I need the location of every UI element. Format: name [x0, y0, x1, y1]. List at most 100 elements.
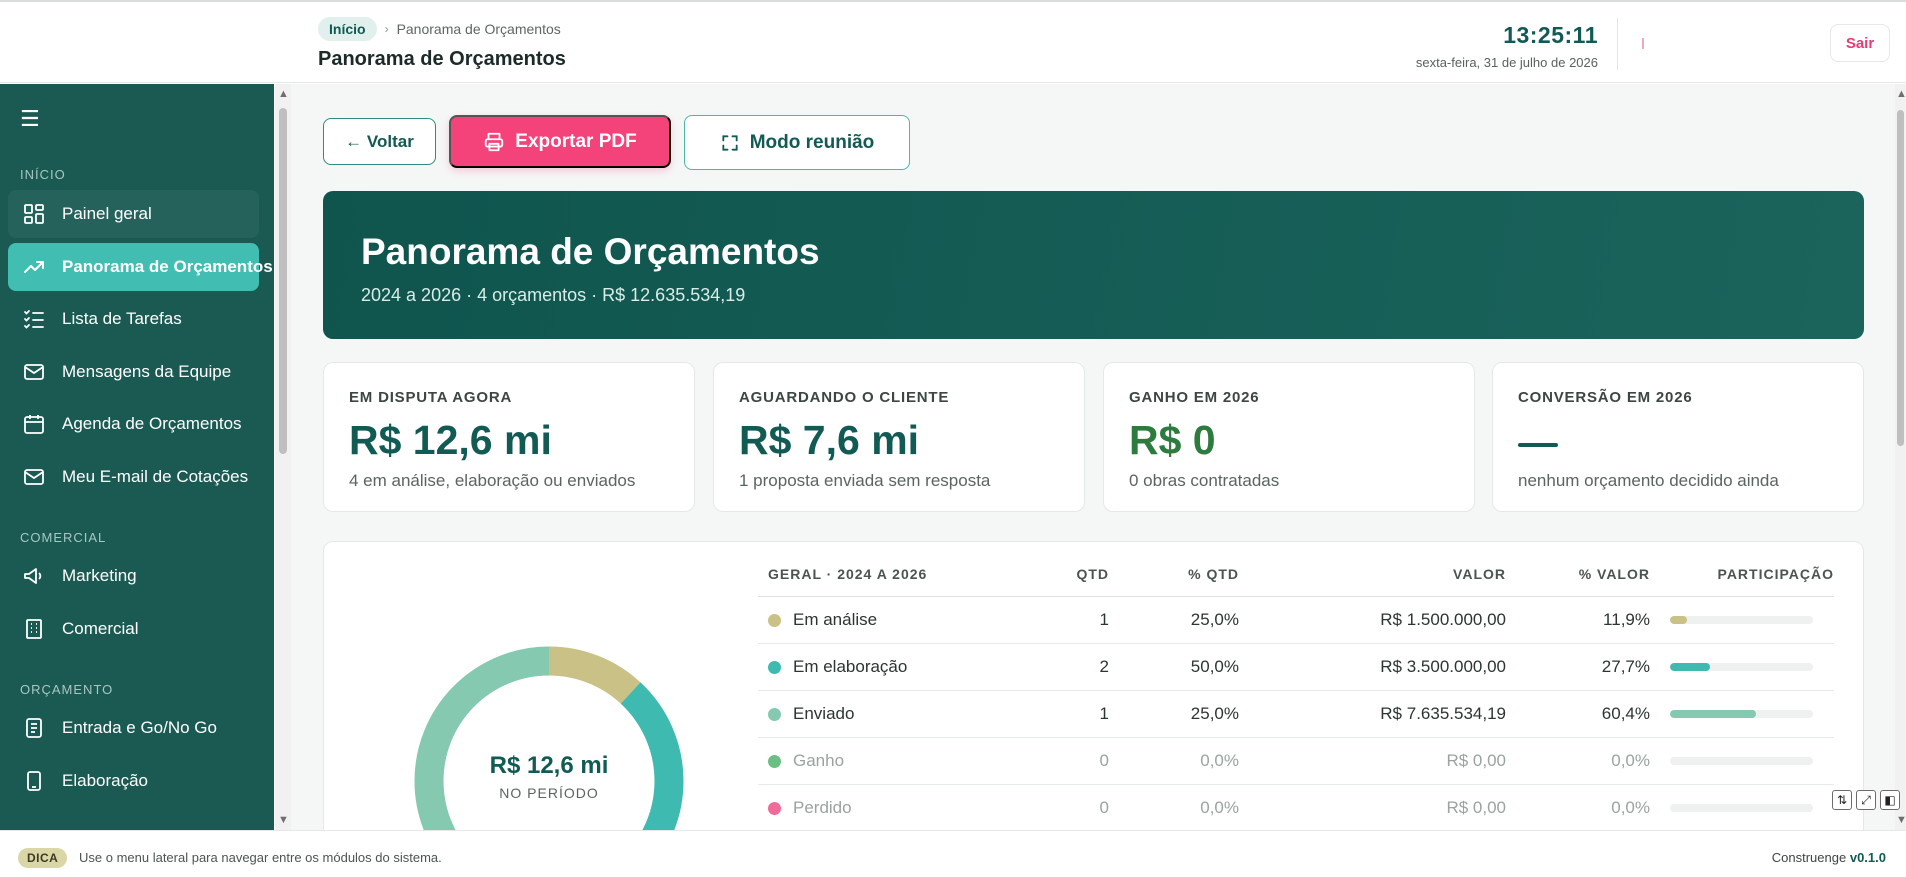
document-icon: [26, 718, 42, 738]
valor-cell: R$ 1.500.000,00: [1380, 610, 1506, 629]
tip-text: Use o menu lateral para navegar entre os…: [79, 850, 442, 865]
sidebar-item-label: Painel geral: [62, 204, 152, 223]
main-scrollbar[interactable]: ▲ ▼: [1895, 84, 1906, 830]
participation-bar: [1670, 663, 1813, 671]
back-button[interactable]: ← Voltar: [323, 118, 436, 165]
column-header-pct-qtd: % QTD: [1188, 566, 1239, 582]
status-cell: Enviado: [758, 704, 1013, 724]
qtd-cell: 0: [1099, 751, 1109, 770]
table-row: Perdido 0 0,0% R$ 0,00 0,0%: [758, 785, 1834, 830]
kpi-value: R$ 12,6 mi: [349, 417, 552, 463]
pct-valor-cell: 60,4%: [1601, 704, 1650, 723]
printer-icon: [485, 132, 504, 151]
table-body: Em análise 1 25,0% R$ 1.500.000,00 11,9% Em e…: [758, 597, 1834, 830]
kpi-label: CONVERSÃO EM 2026: [1518, 389, 1693, 406]
sidebar-item-agenda[interactable]: Agenda de Orçamentos: [8, 400, 259, 448]
status-dot: [768, 613, 781, 627]
scroll-up-arrow-icon[interactable]: ▲: [1896, 89, 1906, 100]
status-cell: Em análise: [758, 610, 1013, 630]
sidebar-item-label: Lista de Tarefas: [62, 309, 182, 328]
participation-cell: [1650, 804, 1834, 812]
pct-qtd-cell: 25,0%: [1190, 704, 1239, 723]
kpi-card-ganho: GANHO EM 2026 R$ 0 0 obras contratadas: [1103, 362, 1475, 512]
sidebar-item-panorama[interactable]: Panorama de Orçamentos: [8, 243, 273, 291]
valor-cell: R$ 7.635.534,19: [1380, 704, 1506, 723]
contrast-icon[interactable]: ◧: [1880, 790, 1900, 810]
sidebar-item-elaboracao[interactable]: Elaboração: [8, 757, 259, 805]
participation-bar: [1670, 804, 1813, 812]
sidebar-item-label: Elaboração: [62, 771, 149, 790]
version-label: v0.1.0: [1849, 850, 1886, 865]
expand-icon[interactable]: ⤢: [1856, 790, 1876, 810]
table-row: Enviado 1 25,0% R$ 7.635.534,19 60,4%: [758, 691, 1834, 738]
pct-qtd-cell: 25,0%: [1190, 610, 1239, 629]
sort-icon[interactable]: ⇅: [1832, 790, 1852, 810]
sidebar-item-email-cotacoes[interactable]: Meu E-mail de Cotações: [8, 453, 259, 501]
sidebar-item-comercial[interactable]: Comercial: [8, 605, 259, 653]
export-pdf-button[interactable]: Exportar PDF: [449, 115, 671, 168]
kpi-value: R$ 7,6 mi: [739, 417, 920, 463]
sidebar: ☰ INÍCIO Painel geral Panorama de Orçame…: [0, 84, 274, 830]
status-dot: [768, 660, 781, 674]
sidebar-item-label: Meu E-mail de Cotações: [62, 467, 249, 486]
kpi-subtitle: 1 proposta enviada sem resposta: [739, 471, 991, 490]
table-row: Em análise 1 25,0% R$ 1.500.000,00 11,9%: [758, 597, 1834, 644]
participation-cell: [1650, 616, 1834, 624]
sidebar-section-inicio: INÍCIO: [20, 167, 66, 182]
participation-bar-fill: [1670, 663, 1710, 671]
valor-cell: R$ 0,00: [1446, 798, 1506, 817]
export-pdf-label: Exportar PDF: [515, 130, 637, 152]
sidebar-item-mensagens[interactable]: Mensagens da Equipe: [8, 348, 259, 396]
pct-qtd-cell: 50,0%: [1190, 657, 1239, 676]
floating-tools: ⇅ ⤢ ◧: [1832, 790, 1900, 810]
sidebar-item-label: Entrada e Go/No Go: [62, 718, 217, 737]
clock-date: sexta-feira, 31 de julho de 2026: [1415, 55, 1598, 70]
top-header: Início › Panorama de Orçamentos Panorama…: [0, 4, 1906, 83]
sidebar-section-orcamento: ORÇAMENTO: [20, 682, 114, 697]
header-divider: [1617, 18, 1618, 70]
participation-bar-fill: [1670, 710, 1757, 718]
hero-subtitle: 2024 a 2026 · 4 orçamentos · R$ 12.635.5…: [361, 285, 746, 305]
status-label: Ganho: [793, 751, 845, 770]
status-dot: [768, 754, 781, 768]
kpi-label: GANHO EM 2026: [1129, 389, 1260, 406]
kpi-subtitle: 4 em análise, elaboração ou enviados: [349, 471, 636, 490]
scroll-up-arrow-icon[interactable]: ▲: [278, 89, 289, 100]
clock: 13:25:11 sexta-feira, 31 de julho de 202…: [1416, 22, 1598, 70]
pct-valor-cell: 27,7%: [1601, 657, 1650, 676]
sidebar-item-lista-tarefas[interactable]: Lista de Tarefas: [8, 295, 259, 343]
kpi-label: EM DISPUTA AGORA: [349, 389, 513, 406]
table-row: Ganho 0 0,0% R$ 0,00 0,0%: [758, 738, 1834, 785]
breadcrumb-home-link[interactable]: Início: [318, 17, 377, 41]
status-cell: Ganho: [758, 751, 1013, 771]
qtd-cell: 1: [1099, 704, 1109, 723]
sidebar-item-marketing[interactable]: Marketing: [8, 552, 259, 600]
valor-cell: R$ 3.500.000,00: [1380, 657, 1506, 676]
meeting-mode-button[interactable]: Modo reunião: [684, 115, 910, 170]
participation-bar: [1670, 757, 1813, 765]
participation-cell: [1650, 710, 1834, 718]
column-header-qtd: QTD: [1076, 566, 1109, 582]
sidebar-scrollbar[interactable]: ▲ ▼: [275, 84, 291, 830]
status-dot: [768, 801, 781, 815]
donut-center-label: NO PERÍODO: [499, 785, 599, 801]
status-panel: R$ 12,6 mi NO PERÍODO GERAL · 2024 A 202…: [323, 541, 1864, 830]
brand-name: Construenge: [1771, 850, 1847, 865]
pct-qtd-cell: 0,0%: [1200, 798, 1239, 817]
kpi-subtitle: nenhum orçamento decidido ainda: [1518, 471, 1779, 490]
sidebar-item-painel-geral[interactable]: Painel geral: [8, 190, 259, 238]
pct-valor-cell: 11,9%: [1603, 610, 1650, 629]
menu-icon[interactable]: ☰: [20, 108, 40, 130]
kpi-card-aguardando: AGUARDANDO O CLIENTE R$ 7,6 mi 1 propost…: [713, 362, 1085, 512]
clock-time: 13:25:11: [1503, 22, 1598, 48]
building-icon: [26, 619, 42, 639]
status-label: Em análise: [793, 610, 878, 629]
scrollbar-thumb[interactable]: [1897, 110, 1904, 446]
sidebar-item-entrada-go-no-go[interactable]: Entrada e Go/No Go: [8, 704, 259, 752]
scroll-down-arrow-icon[interactable]: ▼: [278, 815, 289, 826]
scroll-down-arrow-icon[interactable]: ▼: [1896, 815, 1906, 826]
scrollbar-thumb[interactable]: [279, 108, 287, 454]
main-content: ← Voltar Exportar PDF Modo reunião Panor…: [291, 84, 1895, 830]
logout-button[interactable]: Sair: [1830, 24, 1890, 62]
sidebar-item-label: Panorama de Orçamentos: [62, 257, 273, 276]
